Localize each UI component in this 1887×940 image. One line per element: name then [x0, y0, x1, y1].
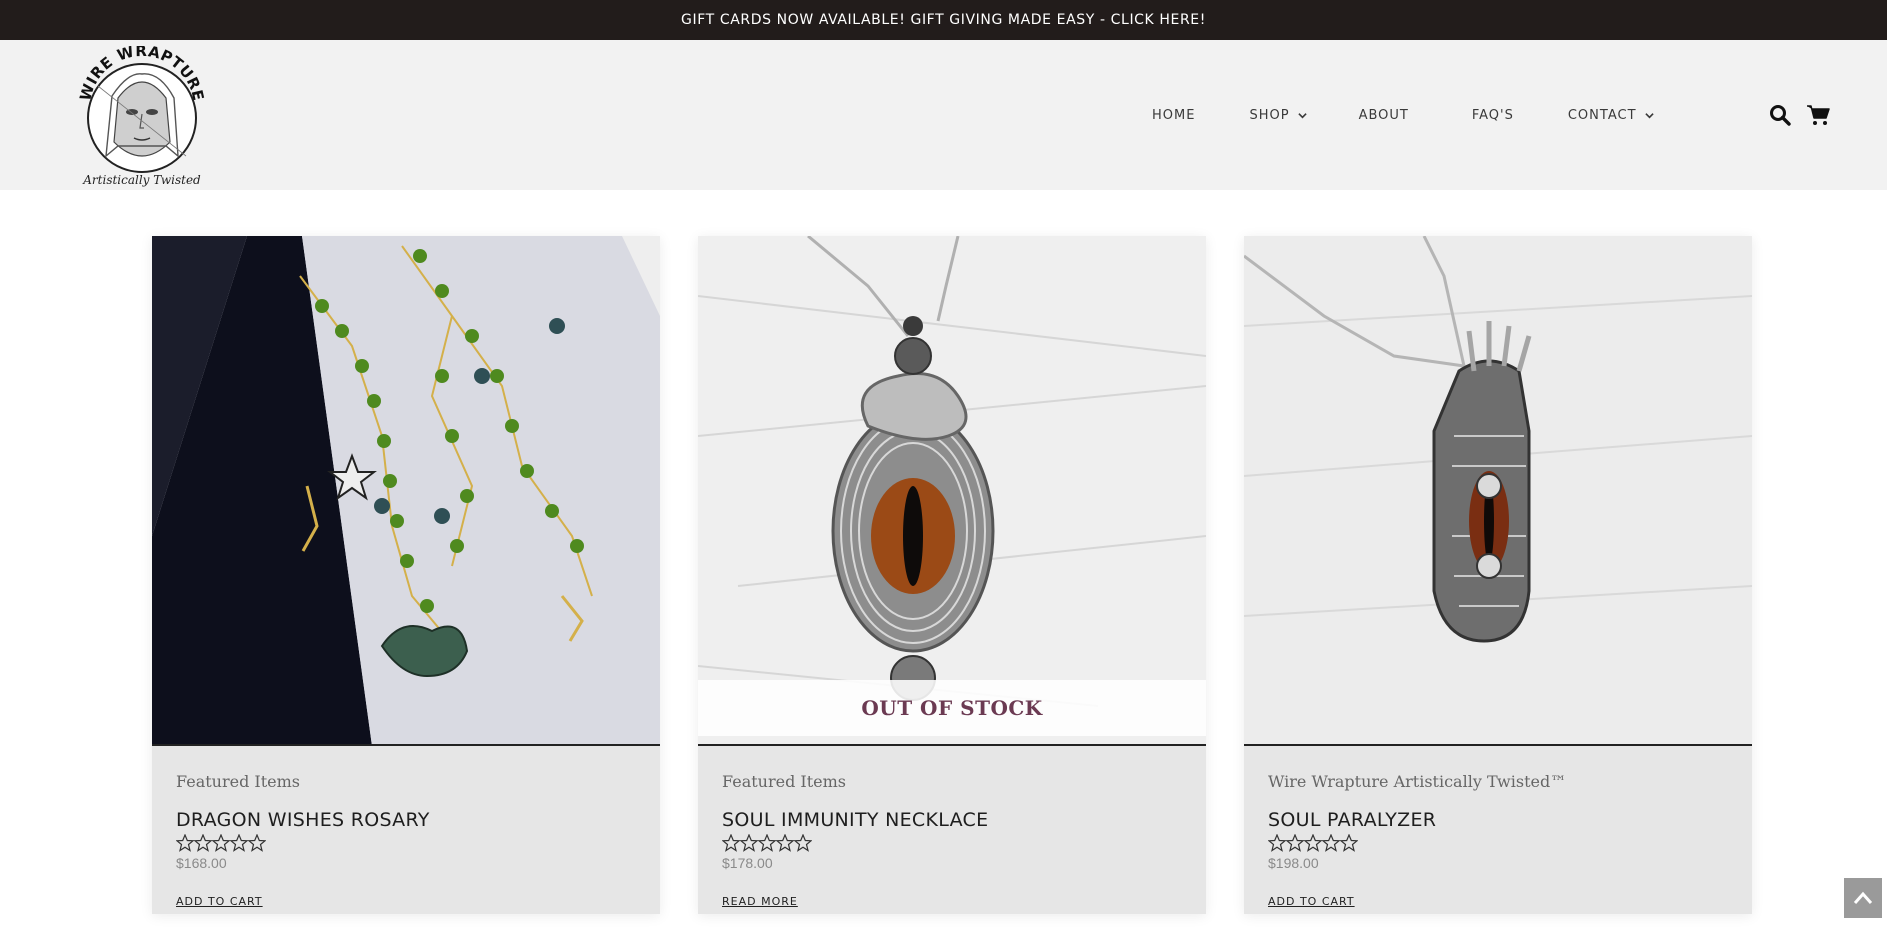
scroll-to-top-button[interactable] — [1844, 878, 1882, 918]
chevron-up-icon — [1853, 891, 1873, 904]
product-name[interactable]: DRAGON WISHES ROSARY — [176, 809, 430, 831]
product-price: $168.00 — [176, 855, 227, 871]
product-card[interactable]: OUT OF STOCK Featured Items SOUL IMMUNIT… — [698, 236, 1206, 914]
add-to-cart-button[interactable]: ADD TO CART — [1268, 895, 1355, 908]
product-name[interactable]: SOUL PARALYZER — [1268, 809, 1436, 831]
rating-stars — [722, 834, 812, 852]
out-of-stock-label: OUT OF STOCK — [861, 696, 1043, 720]
search-icon[interactable] — [1767, 102, 1793, 128]
main-nav: HOME SHOP ABOUT FAQ'S CONTACT — [1152, 40, 1654, 190]
site-header: WIRE WRAPTURE Artistically Twisted HOME … — [0, 40, 1887, 190]
chevron-down-icon — [1297, 112, 1307, 118]
product-image[interactable] — [1244, 236, 1752, 746]
brand-logo[interactable]: WIRE WRAPTURE Artistically Twisted — [76, 42, 207, 190]
nav-contact-label: CONTACT — [1567, 107, 1637, 123]
product-name[interactable]: SOUL IMMUNITY NECKLACE — [722, 809, 988, 831]
star-rating-icon — [176, 834, 266, 852]
announcement-bar: GIFT CARDS NOW AVAILABLE! GIFT GIVING MA… — [0, 0, 1887, 40]
product-card[interactable]: Featured Items DRAGON WISHES ROSARY $168… — [152, 236, 660, 914]
star-rating-icon — [722, 834, 812, 852]
logo-tagline: Artistically Twisted — [82, 173, 201, 187]
nav-about[interactable]: ABOUT — [1359, 108, 1409, 123]
product-price: $178.00 — [722, 855, 773, 871]
announcement-link[interactable]: GIFT CARDS NOW AVAILABLE! GIFT GIVING MA… — [681, 12, 1206, 28]
out-of-stock-badge: OUT OF STOCK — [698, 680, 1206, 736]
star-rating-icon — [1268, 834, 1358, 852]
product-image[interactable]: OUT OF STOCK — [698, 236, 1206, 746]
product-category: Featured Items — [722, 772, 847, 791]
cart-icon[interactable] — [1805, 102, 1831, 128]
add-to-cart-button[interactable]: ADD TO CART — [176, 895, 263, 908]
product-category: Featured Items — [176, 772, 301, 791]
chevron-down-icon — [1644, 112, 1654, 118]
nav-about-label: ABOUT — [1358, 107, 1409, 123]
read-more-button[interactable]: READ MORE — [722, 895, 798, 908]
nav-home[interactable]: HOME — [1152, 108, 1195, 123]
product-card[interactable]: Wire Wrapture Artistically Twisted™ SOUL… — [1244, 236, 1752, 914]
nav-shop[interactable]: SHOP — [1249, 107, 1307, 123]
product-price: $198.00 — [1268, 855, 1319, 871]
nav-faqs-label: FAQ'S — [1471, 107, 1514, 123]
rating-stars — [176, 834, 266, 852]
rating-stars — [1268, 834, 1358, 852]
product-image[interactable] — [152, 236, 660, 746]
product-category: Wire Wrapture Artistically Twisted™ — [1268, 772, 1567, 791]
nav-faqs[interactable]: FAQ'S — [1472, 108, 1514, 123]
nav-shop-label: SHOP — [1249, 107, 1290, 123]
nav-contact[interactable]: CONTACT — [1568, 108, 1654, 123]
nav-home-label: HOME — [1152, 107, 1196, 123]
